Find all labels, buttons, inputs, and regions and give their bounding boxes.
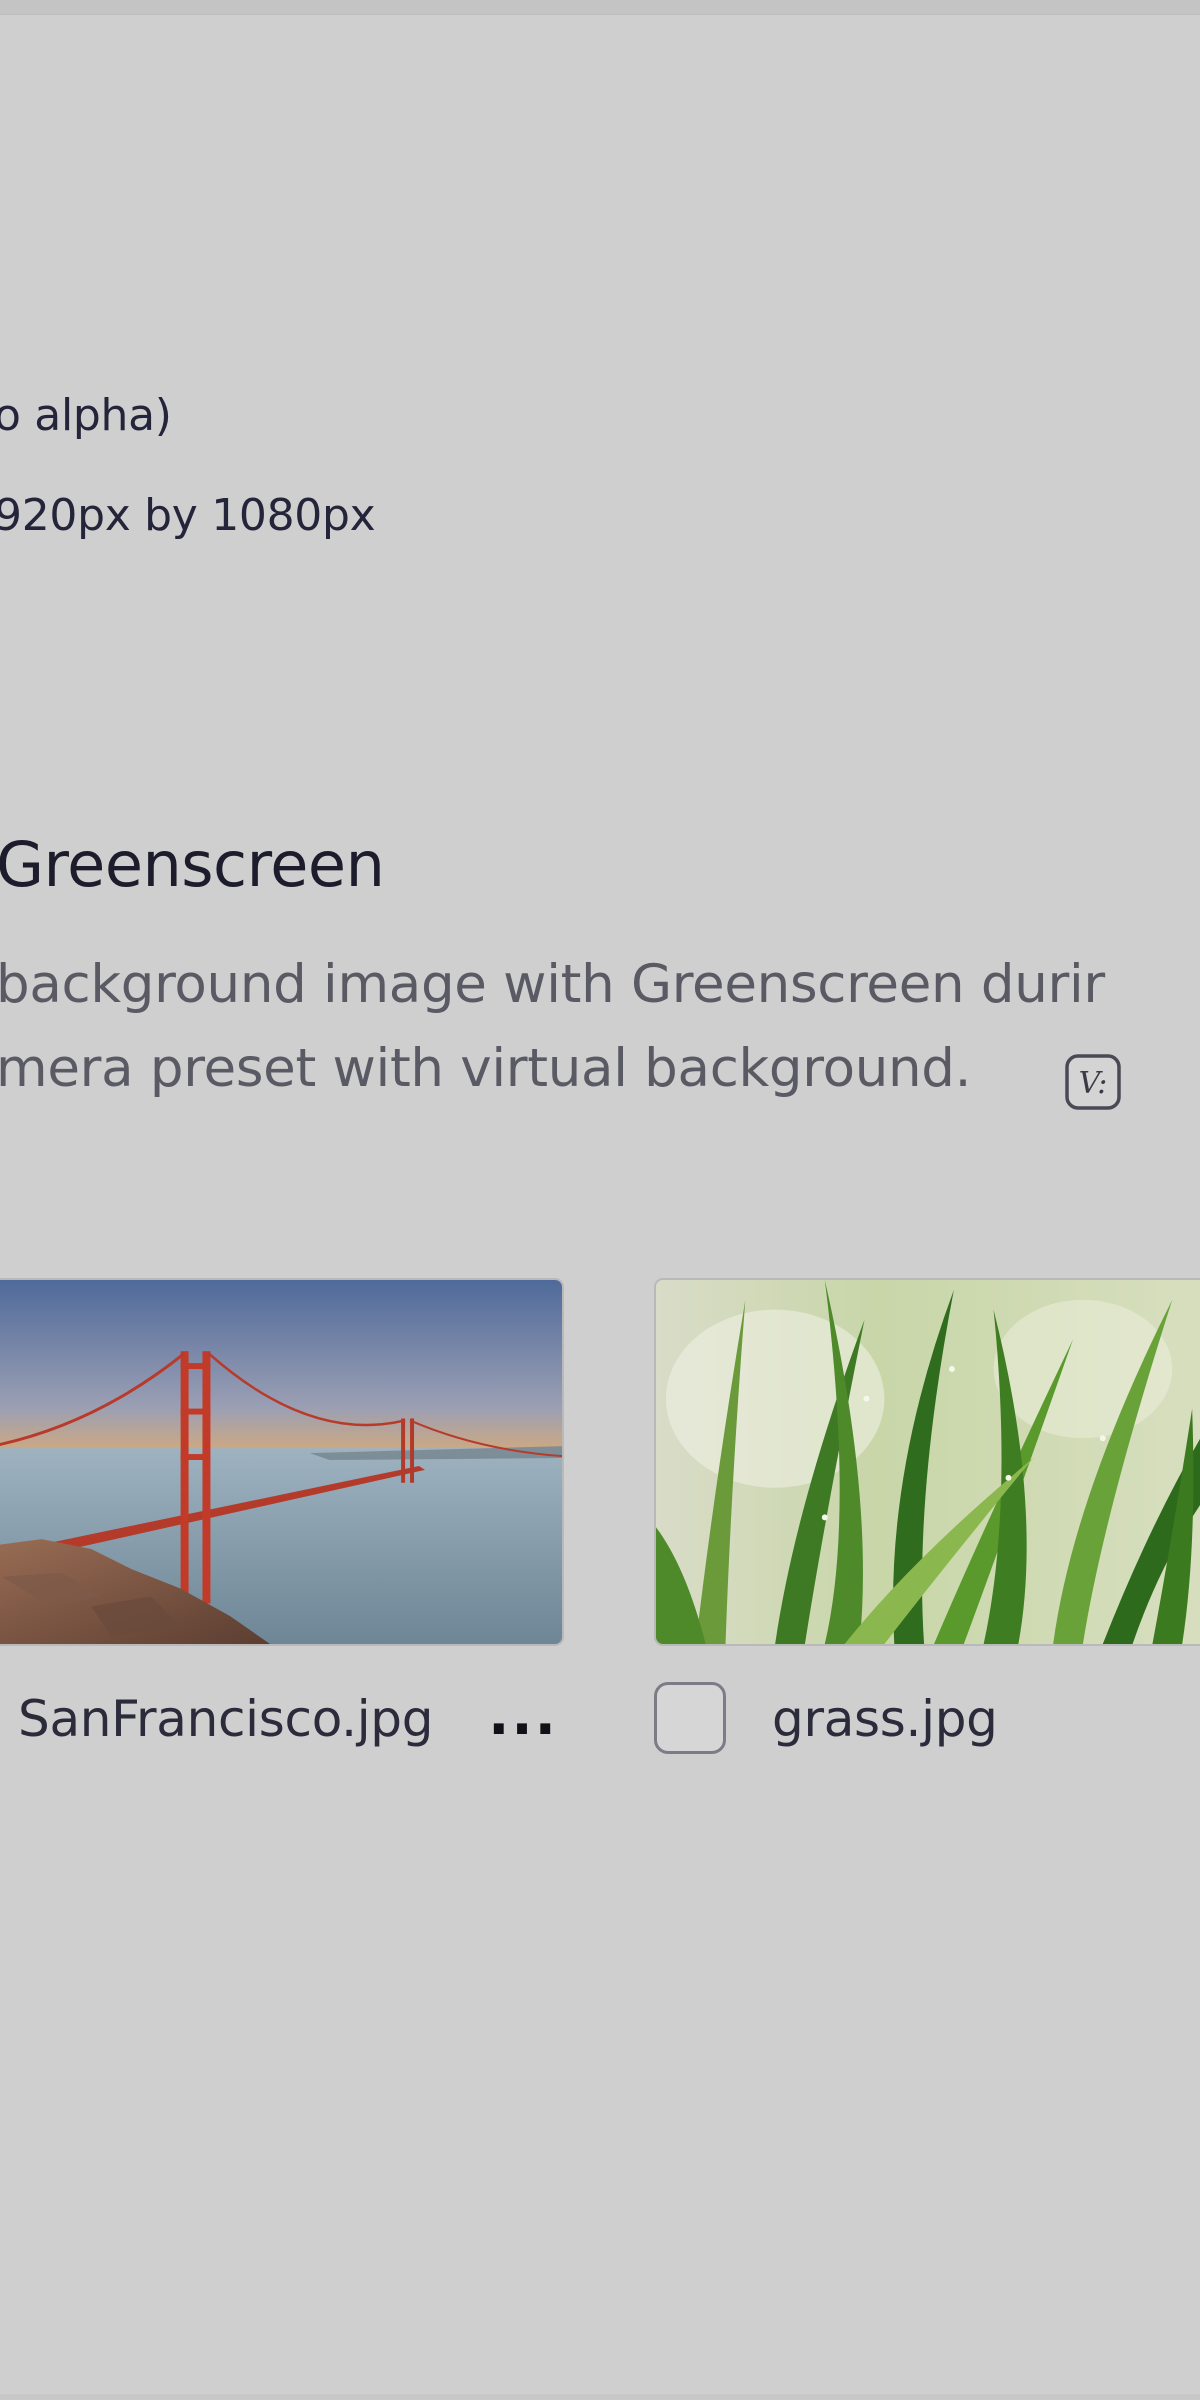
requirement-size-text: 920px by 1080px [0,490,376,541]
grass-image [656,1280,1200,1644]
requirement-format-text: o alpha) [0,390,172,441]
background-thumbnail-sanfrancisco[interactable] [0,1278,564,1646]
virtual-background-icon: V: [1064,1053,1122,1111]
section-title: Greenscreen [0,828,385,901]
more-options-button[interactable]: ... [488,1686,558,1746]
golden-gate-bridge-image [0,1280,562,1644]
bottom-border [0,2394,1200,2400]
section-description-line1: background image with Greenscreen durir [0,954,1105,1015]
section-description-line2: mera preset with virtual background. [0,1038,972,1099]
background-thumbnail-grass[interactable] [654,1278,1200,1646]
background-filename-sanfrancisco: SanFrancisco.jpg [18,1690,434,1748]
background-filename-grass: grass.jpg [772,1690,998,1748]
settings-panel: o alpha) 920px by 1080px Greenscreen bac… [0,0,1200,2400]
top-border [0,0,1200,15]
svg-text:V:: V: [1079,1066,1108,1101]
background-select-checkbox-grass[interactable] [654,1682,726,1754]
